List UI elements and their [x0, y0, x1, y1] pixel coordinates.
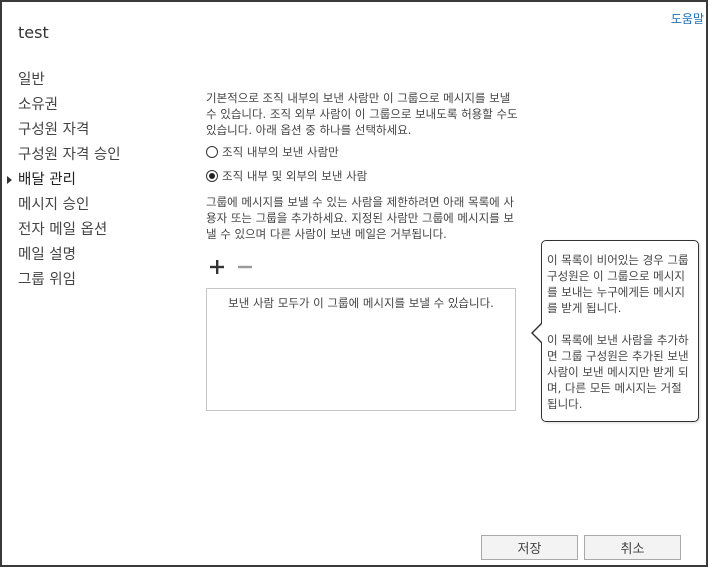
- sidebar-item-mail-tip[interactable]: 메일 설명: [0, 243, 180, 268]
- restrict-senders-description: 그룹에 메시지를 보낼 수 있는 사람을 제한하려면 아래 목록에 사용자 또는…: [206, 195, 514, 241]
- sidebar-item-email-options[interactable]: 전자 메일 옵션: [0, 218, 180, 243]
- tooltip-paragraph: 이 목록에 보낸 사람을 추가하면 그룹 구성원은 추가된 보낸 사람이 보낸 …: [547, 333, 689, 411]
- radio-button[interactable]: [206, 170, 218, 182]
- sidebar-item-membership[interactable]: 구성원 자격: [0, 118, 180, 143]
- sidebar-item-label: 소유권: [18, 97, 59, 113]
- sidebar-item-delivery-management[interactable]: 배달 관리: [0, 168, 180, 193]
- sidebar-item-ownership[interactable]: 소유권: [0, 93, 180, 118]
- sidebar-item-label: 전자 메일 옵션: [18, 222, 108, 238]
- sidebar-item-label: 메일 설명: [18, 247, 76, 263]
- sidebar-item-label: 그룹 위임: [18, 272, 76, 288]
- senders-toolbar: [208, 257, 264, 277]
- radio-button[interactable]: [206, 146, 218, 158]
- sidebar-item-label: 구성원 자격: [18, 122, 90, 138]
- sidebar-item-membership-approval[interactable]: 구성원 자격 승인: [0, 143, 180, 168]
- minus-icon[interactable]: [236, 258, 254, 276]
- cancel-button[interactable]: 취소: [584, 535, 681, 560]
- sidebar-item-label: 일반: [18, 72, 45, 88]
- sidebar-item-label: 배달 관리: [18, 172, 76, 188]
- help-link[interactable]: 도움말: [671, 10, 704, 27]
- plus-icon[interactable]: [208, 258, 226, 276]
- radio-label: 조직 내부 및 외부의 보낸 사람: [222, 169, 368, 183]
- empty-list-message: 보낸 사람 모두가 이 그룹에 메시지를 보낼 수 있습니다.: [228, 296, 494, 310]
- sidebar-item-label: 구성원 자격 승인: [18, 147, 121, 163]
- sidebar-item-label: 메시지 승인: [18, 197, 90, 213]
- delivery-management-panel: 기본적으로 조직 내부의 보낸 사람만 이 그룹으로 메시지를 보낼 수 있습니…: [206, 90, 526, 242]
- sidebar-item-group-delegation[interactable]: 그룹 위임: [0, 268, 180, 293]
- sidebar-nav: 일반 소유권 구성원 자격 구성원 자격 승인 배달 관리 메시지 승인 전자 …: [0, 68, 180, 293]
- radio-internal-only[interactable]: 조직 내부의 보낸 사람만: [206, 142, 526, 162]
- radio-internal-and-external[interactable]: 조직 내부 및 외부의 보낸 사람: [206, 166, 526, 186]
- sidebar-item-message-approval[interactable]: 메시지 승인: [0, 193, 180, 218]
- tooltip-paragraph: 이 목록이 비어있는 경우 그룹 구성원은 이 그룹으로 메시지를 보내는 누구…: [547, 253, 689, 315]
- page-title: test: [18, 23, 49, 42]
- radio-label: 조직 내부의 보낸 사람만: [222, 145, 339, 159]
- delivery-description: 기본적으로 조직 내부의 보낸 사람만 이 그룹으로 메시지를 보낼 수 있습니…: [206, 91, 518, 137]
- sidebar-item-general[interactable]: 일반: [0, 68, 180, 93]
- tooltip-pointer-inner: [533, 323, 543, 343]
- allowed-senders-list[interactable]: 보낸 사람 모두가 이 그룹에 메시지를 보낼 수 있습니다.: [206, 288, 516, 411]
- selected-arrow-icon: [7, 176, 12, 184]
- info-tooltip: 이 목록이 비어있는 경우 그룹 구성원은 이 그룹으로 메시지를 보내는 누구…: [541, 240, 699, 422]
- save-button[interactable]: 저장: [481, 535, 578, 560]
